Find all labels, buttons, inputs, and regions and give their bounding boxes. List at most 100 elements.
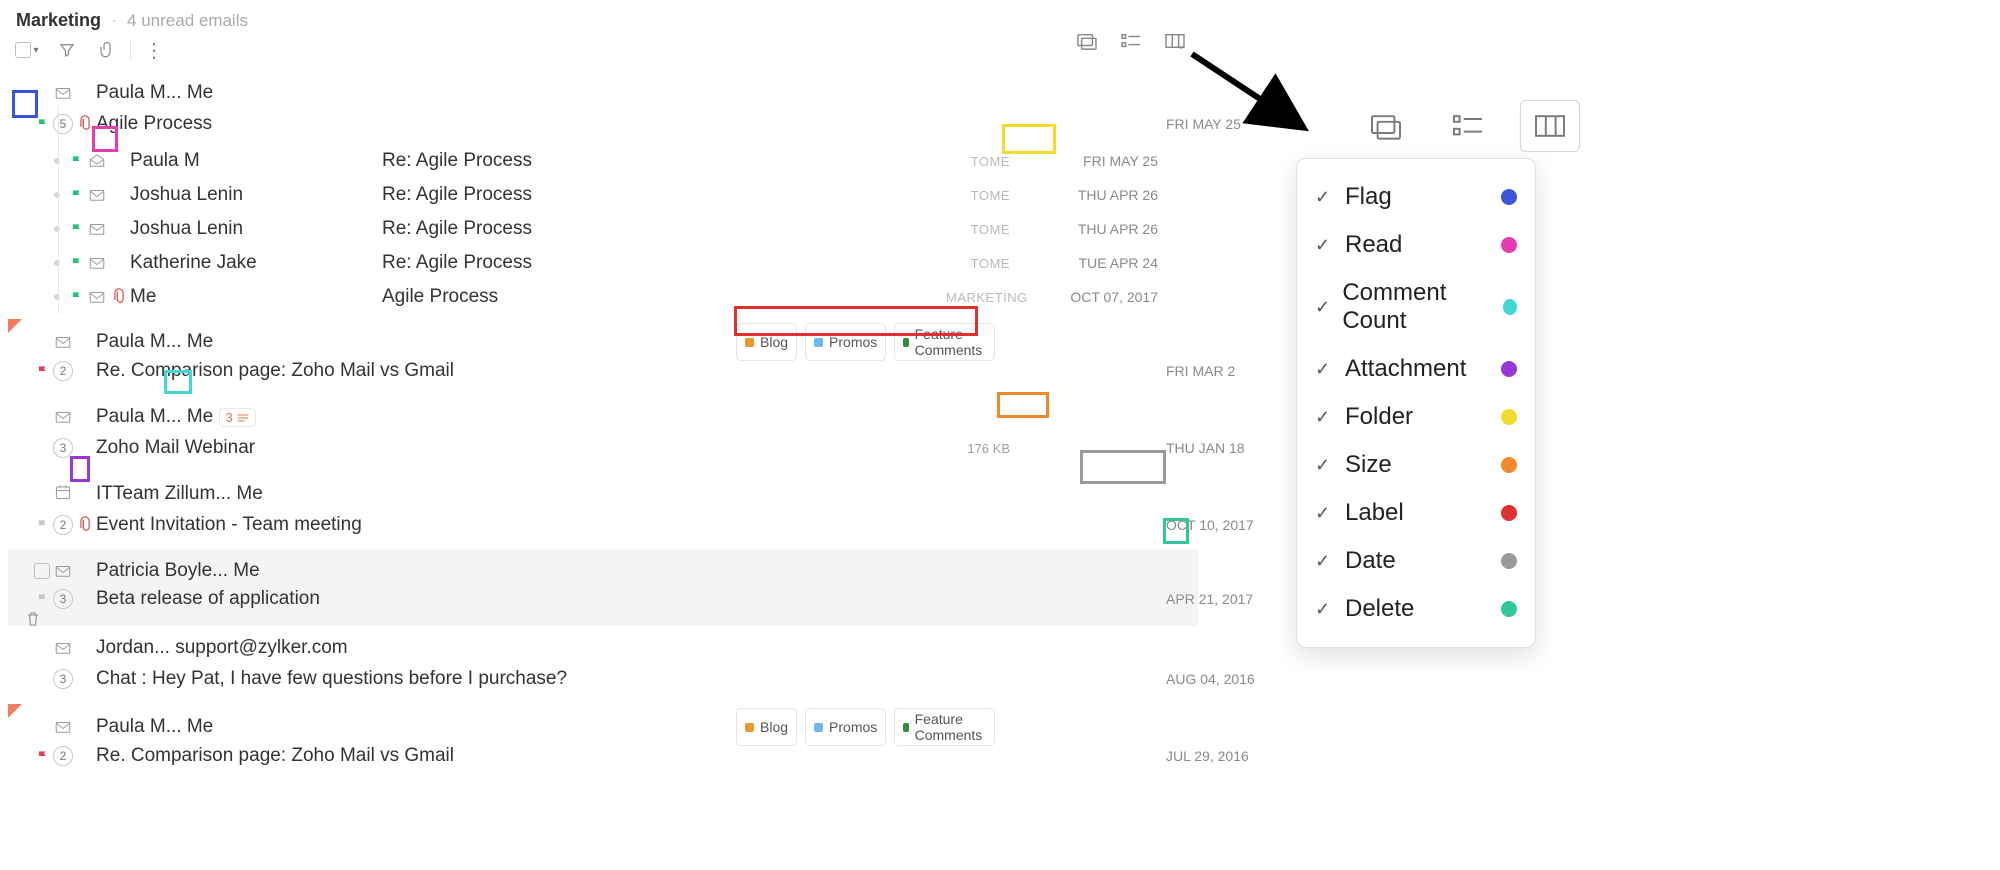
thread-message[interactable]: Me Agile Process MARKETING OCT 07, 2017 — [8, 280, 1198, 314]
columns-view-icon[interactable] — [1162, 30, 1188, 52]
check-icon: ✓ — [1315, 551, 1333, 572]
tag[interactable]: Feature Comments — [894, 323, 995, 361]
legend-label: Label — [1345, 499, 1404, 527]
tag-label: Blog — [760, 334, 788, 350]
date: APR 21, 2017 — [1166, 591, 1196, 607]
card-view-icon[interactable] — [1074, 30, 1100, 52]
flag-icon[interactable] — [36, 364, 50, 378]
tag-label: Feature Comments — [915, 326, 986, 358]
flag-icon[interactable] — [70, 290, 84, 304]
legend-item[interactable]: ✓ Date — [1309, 537, 1523, 585]
conversation[interactable]: Paula M... Me Blog Promos Feature Commen… — [8, 703, 1198, 780]
conversation[interactable]: Paula M... Me Blog Promos Feature Commen… — [8, 318, 1198, 395]
unread-indicator — [8, 319, 22, 333]
date: JUL 29, 2016 — [1166, 748, 1196, 764]
check-icon: ✓ — [1315, 503, 1333, 524]
thread-count: 5 — [53, 114, 73, 134]
column-legend-popover[interactable]: ✓ Flag ✓ Read ✓ Comment Count ✓ Attachme… — [1296, 158, 1536, 648]
legend-label: Read — [1345, 231, 1402, 259]
check-icon: ✓ — [1315, 599, 1333, 620]
flag-icon[interactable] — [36, 117, 50, 131]
check-icon: ✓ — [1315, 407, 1333, 428]
thread-message[interactable]: Joshua Lenin Re: Agile Process TOME THU … — [8, 178, 1198, 212]
flag-icon[interactable] — [36, 592, 50, 606]
subject-row: 2 Re. Comparison page: Zoho Mail vs Gmai… — [8, 357, 1198, 391]
email-list-pane: Marketing · 4 unread emails ▾ ⋮ — [8, 0, 1198, 780]
conversation[interactable]: Jordan... support@zylker.com 3 Chat : He… — [8, 626, 1198, 703]
date: OCT 07, 2017 — [1016, 289, 1166, 305]
participants-row: Paula M... Me 3 — [8, 400, 1198, 434]
date: AUG 04, 2016 — [1166, 671, 1196, 687]
date: FRI MAY 25 — [1016, 153, 1166, 169]
tag[interactable]: Blog — [736, 323, 797, 361]
list-view-icon[interactable] — [1118, 30, 1144, 52]
legend-item[interactable]: ✓ Delete — [1309, 585, 1523, 633]
envelope-icon — [54, 640, 72, 656]
list-view-icon[interactable] — [1438, 100, 1498, 152]
thread-guide — [58, 106, 59, 314]
conversation[interactable]: Paula M... Me 3 3 Zoho Mail Webinar 176 … — [8, 395, 1198, 472]
tag[interactable]: Promos — [805, 323, 886, 361]
subject: Event Invitation - Team meeting — [96, 514, 738, 536]
legend-item[interactable]: ✓ Label — [1309, 489, 1523, 537]
sender: Paula M — [130, 150, 382, 172]
thread-count: 2 — [53, 361, 73, 381]
thread-count: 2 — [53, 746, 73, 766]
tag-label: Promos — [829, 334, 877, 350]
comment-count-badge: 3 — [219, 408, 256, 427]
select-all-checkbox[interactable]: ▾ — [14, 39, 40, 61]
card-view-icon[interactable] — [1356, 100, 1416, 152]
participants-row: Patricia Boyle... Me — [8, 554, 1198, 588]
flag-icon[interactable] — [70, 222, 84, 236]
legend-item[interactable]: ✓ Size — [1309, 441, 1523, 489]
flag-icon[interactable] — [70, 154, 84, 168]
legend-label: Date — [1345, 547, 1396, 575]
filter-icon[interactable] — [54, 39, 80, 61]
folder: TOME — [946, 154, 1016, 169]
thread-message[interactable]: Joshua Lenin Re: Agile Process TOME THU … — [8, 212, 1198, 246]
subject: Chat : Hey Pat, I have few questions bef… — [96, 668, 738, 690]
subject: Re. Comparison page: Zoho Mail vs Gmail — [96, 745, 738, 767]
tag[interactable]: Feature Comments — [894, 708, 995, 746]
tag-group: Blog Promos Feature Comments — [736, 708, 995, 746]
flag-icon[interactable] — [70, 188, 84, 202]
subject: Agile Process — [96, 113, 738, 135]
sender: Me — [130, 286, 382, 308]
legend-item[interactable]: ✓ Flag — [1309, 173, 1523, 221]
subject: Agile Process — [382, 286, 772, 308]
conversation[interactable]: Patricia Boyle... Me 3 Beta release of a… — [8, 549, 1198, 626]
columns-view-icon[interactable] — [1520, 100, 1580, 152]
attachment-icon — [78, 516, 92, 534]
check-icon: ✓ — [1315, 455, 1333, 476]
legend-item[interactable]: ✓ Attachment — [1309, 345, 1523, 393]
thread-message[interactable]: Paula M Re: Agile Process TOME FRI MAY 2… — [8, 144, 1198, 178]
folder-header: Marketing · 4 unread emails — [8, 0, 1198, 35]
tag-label: Promos — [829, 719, 877, 735]
legend-item[interactable]: ✓ Comment Count — [1309, 269, 1523, 345]
conversation[interactable]: ITTeam Zillum... Me 2 Event Invitation -… — [8, 472, 1198, 549]
legend-item[interactable]: ✓ Read — [1309, 221, 1523, 269]
tag[interactable]: Blog — [736, 708, 797, 746]
more-menu-icon[interactable]: ⋮ — [141, 39, 167, 61]
subject-row: 3 Zoho Mail Webinar 176 KB THU JAN 18 — [8, 434, 1198, 468]
flag-icon[interactable] — [36, 749, 50, 763]
date: OCT 10, 2017 — [1166, 517, 1196, 533]
date: THU APR 26 — [1016, 221, 1166, 237]
flag-icon[interactable] — [70, 256, 84, 270]
conversation[interactable]: Paula M... Me 5 Agile Process FRI MAY 25 — [8, 71, 1198, 318]
thread-count: 3 — [53, 669, 73, 689]
tag-label: Blog — [760, 719, 788, 735]
folder-title: Marketing — [16, 10, 101, 31]
tag[interactable]: Promos — [805, 708, 886, 746]
thread-message[interactable]: Katherine Jake Re: Agile Process TOME TU… — [8, 246, 1198, 280]
check-icon: ✓ — [1315, 297, 1330, 318]
participants-row: Paula M... Me Blog Promos Feature Commen… — [8, 323, 1198, 357]
participants: Paula M... Me — [96, 716, 616, 738]
legend-item[interactable]: ✓ Folder — [1309, 393, 1523, 441]
legend-color — [1503, 299, 1517, 315]
row-checkbox[interactable] — [34, 563, 50, 579]
subject-row: 3 Beta release of application APR 21, 20… — [8, 588, 1198, 622]
subject: Zoho Mail Webinar — [96, 437, 738, 459]
flag-icon[interactable] — [36, 518, 50, 532]
attachment-filter-icon[interactable] — [94, 39, 120, 61]
